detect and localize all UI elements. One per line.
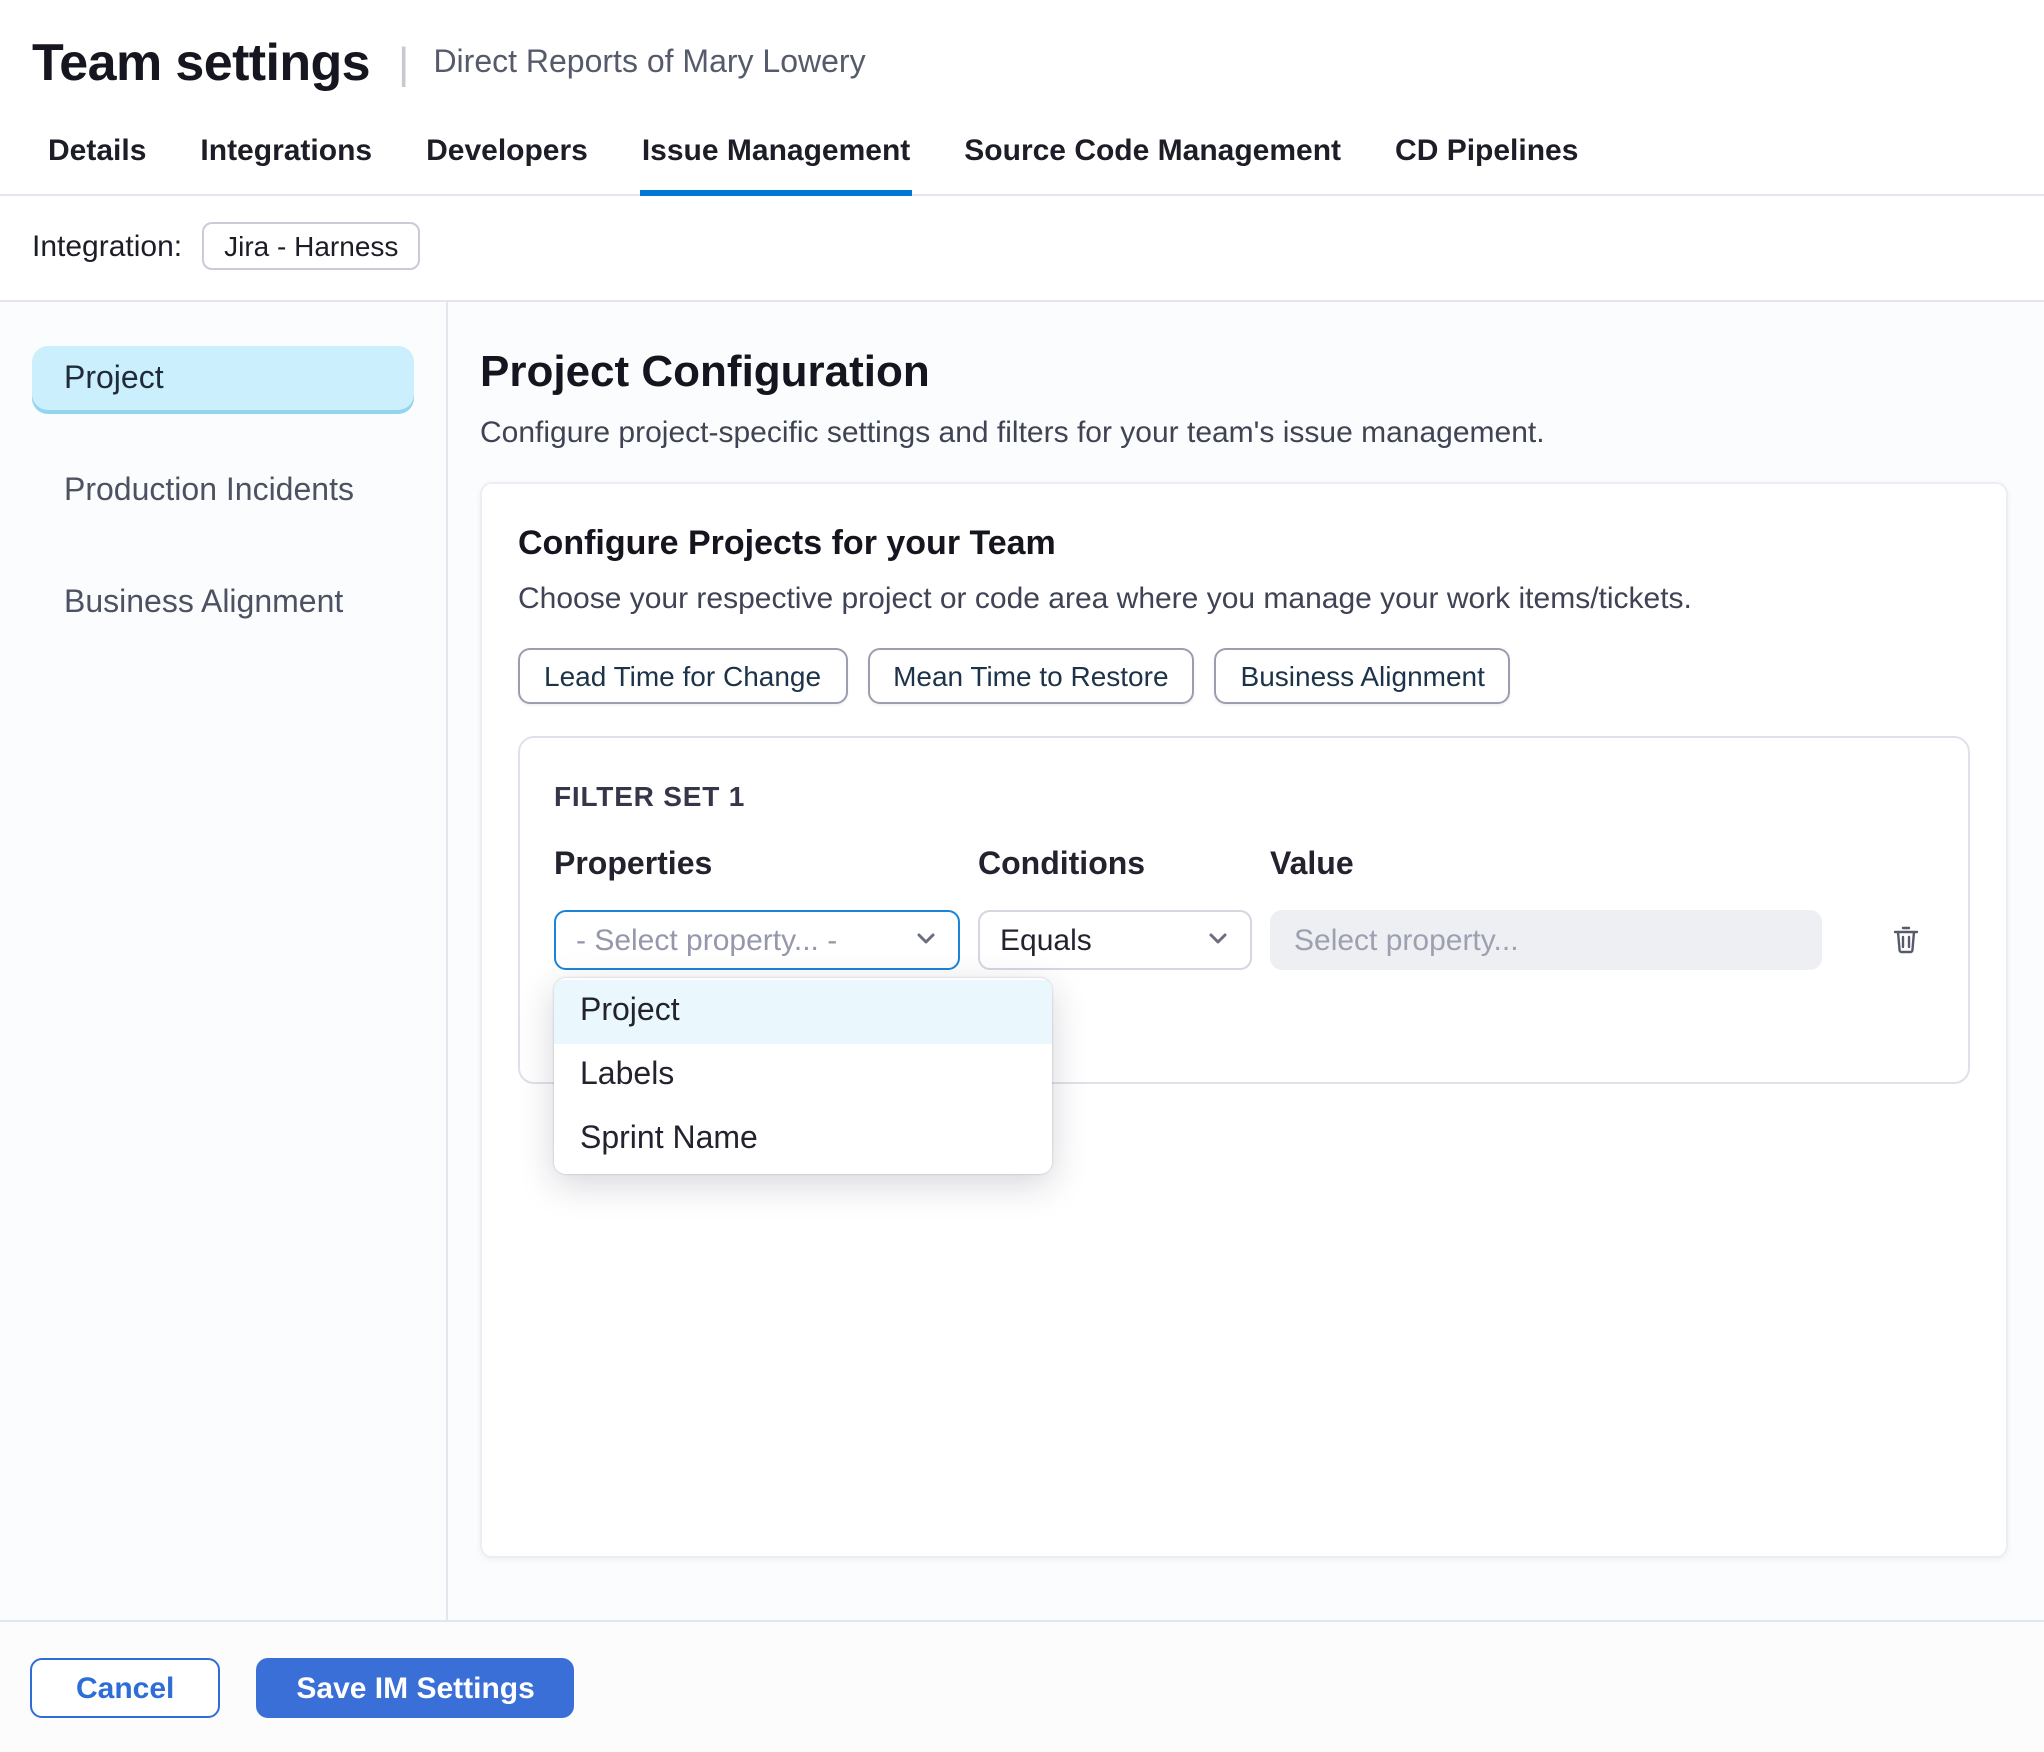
team-settings-page: Team settings | Direct Reports of Mary L… bbox=[0, 0, 2044, 1752]
dropdown-option-project[interactable]: Project bbox=[554, 980, 1052, 1044]
cancel-button[interactable]: Cancel bbox=[30, 1658, 221, 1718]
tab-cd-pipelines[interactable]: CD Pipelines bbox=[1393, 126, 1580, 196]
column-label-value: Value bbox=[1270, 848, 1354, 882]
dropdown-option-sprint-name[interactable]: Sprint Name bbox=[554, 1108, 1052, 1172]
section-title: Project Configuration bbox=[480, 346, 930, 396]
tab-integrations[interactable]: Integrations bbox=[198, 126, 374, 196]
property-select-value: - Select property... - bbox=[576, 923, 838, 957]
chip-mean-time-to-restore[interactable]: Mean Time to Restore bbox=[867, 648, 1195, 704]
filter-column-headers: Properties Conditions Value bbox=[554, 846, 1934, 886]
integration-label: Integration: bbox=[32, 229, 183, 263]
condition-select-value: Equals bbox=[1000, 923, 1092, 957]
sidebar-item-production-incidents[interactable]: Production Incidents bbox=[32, 458, 414, 526]
integration-badge: Jira - Harness bbox=[202, 222, 421, 270]
sidebar-item-project[interactable]: Project bbox=[32, 346, 414, 414]
filter-set-title: FILTER SET 1 bbox=[554, 780, 746, 812]
tab-source-code-management[interactable]: Source Code Management bbox=[962, 126, 1343, 196]
column-label-conditions: Conditions bbox=[978, 848, 1146, 882]
page-title: Team settings bbox=[32, 32, 371, 92]
condition-select[interactable]: Equals bbox=[978, 910, 1252, 970]
delete-filter-button[interactable] bbox=[1876, 920, 1934, 960]
metric-chips: Lead Time for Change Mean Time to Restor… bbox=[518, 648, 1970, 704]
page-subtitle: Direct Reports of Mary Lowery bbox=[433, 45, 866, 79]
card-description: Choose your respective project or code a… bbox=[518, 582, 1692, 616]
property-select[interactable]: - Select property... - bbox=[554, 910, 960, 970]
chevron-down-icon bbox=[1206, 923, 1230, 957]
sidebar-item-business-alignment[interactable]: Business Alignment bbox=[32, 570, 414, 638]
chevron-down-icon bbox=[914, 923, 938, 957]
value-input bbox=[1270, 910, 1822, 970]
chip-lead-time-for-change[interactable]: Lead Time for Change bbox=[518, 648, 848, 704]
configure-projects-card: Configure Projects for your Team Choose … bbox=[480, 482, 2008, 1558]
content-body: Project Production Incidents Business Al… bbox=[0, 302, 2044, 1620]
title-divider: | bbox=[398, 37, 410, 87]
chip-business-alignment[interactable]: Business Alignment bbox=[1214, 648, 1511, 704]
card-title: Configure Projects for your Team bbox=[518, 524, 1056, 562]
tab-developers[interactable]: Developers bbox=[424, 126, 590, 196]
integration-row: Integration: Jira - Harness bbox=[0, 196, 2044, 302]
property-dropdown-menu: Project Labels Sprint Name bbox=[554, 978, 1052, 1174]
dropdown-option-labels[interactable]: Labels bbox=[554, 1044, 1052, 1108]
footer-bar: Cancel Save IM Settings bbox=[0, 1620, 2044, 1752]
tab-details[interactable]: Details bbox=[46, 126, 148, 196]
settings-sidebar: Project Production Incidents Business Al… bbox=[0, 302, 448, 1620]
save-im-settings-button[interactable]: Save IM Settings bbox=[256, 1658, 575, 1718]
tab-issue-management[interactable]: Issue Management bbox=[639, 126, 913, 196]
main-panel: Project Configuration Configure project-… bbox=[448, 302, 2044, 1620]
column-label-properties: Properties bbox=[554, 848, 713, 882]
tab-bar: Details Integrations Developers Issue Ma… bbox=[0, 102, 2044, 196]
page-header: Team settings | Direct Reports of Mary L… bbox=[0, 0, 2044, 102]
filter-set-1: FILTER SET 1 Properties Conditions Value… bbox=[518, 736, 1970, 1174]
trash-icon bbox=[1889, 926, 1921, 962]
filter-controls-row: - Select property... - Equals bbox=[554, 910, 1934, 970]
section-description: Configure project-specific settings and … bbox=[480, 416, 1545, 450]
